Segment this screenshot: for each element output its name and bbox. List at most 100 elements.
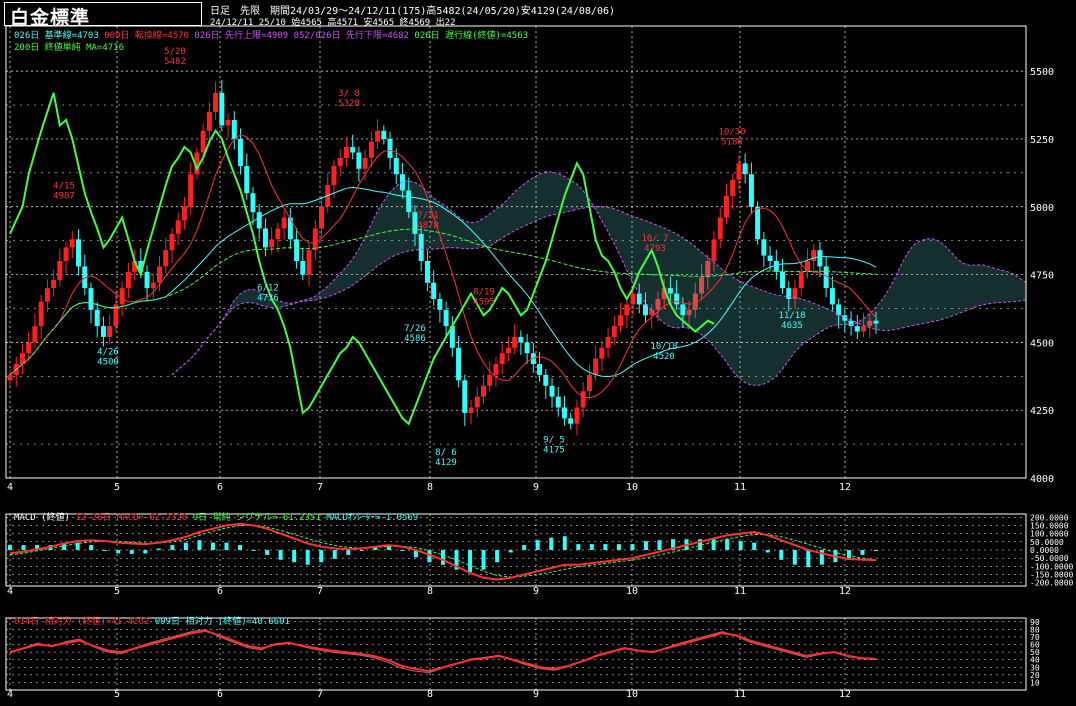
candle-body — [468, 407, 474, 413]
candle-body — [505, 347, 511, 354]
annotation-date: 8/19 — [473, 288, 495, 298]
macd-hist-bar — [603, 544, 608, 550]
x-tick-label: 5 — [114, 482, 120, 493]
macd-hist-bar — [616, 544, 621, 550]
macd-hist-bar — [495, 550, 500, 563]
candle-body — [150, 282, 156, 289]
macd-hist-bar — [8, 545, 12, 550]
candle-body — [287, 217, 293, 240]
candle-body — [38, 301, 44, 327]
candle-body — [225, 119, 231, 126]
x-tick-label: 4 — [7, 586, 13, 597]
candle-body — [206, 111, 212, 131]
candle-body — [618, 315, 624, 327]
annotation-value: 5328 — [338, 99, 360, 109]
macd-hist-bar — [468, 550, 473, 573]
legend-entry: 009日 相対力 (終値)=40.6601 — [155, 615, 290, 627]
candle-body — [51, 279, 57, 289]
legend-entry: 12-26日 MACD=-62.2320 — [75, 512, 192, 523]
macd-hist-bar — [874, 550, 878, 551]
macd-hist-bar — [251, 550, 256, 551]
macd-hist-bar — [116, 550, 121, 554]
annotation-value: 4736 — [257, 293, 279, 303]
annotation-date: 11/18 — [778, 311, 805, 321]
candle-body — [343, 147, 349, 158]
candle-body — [611, 326, 617, 337]
macd-hist-bar — [278, 550, 283, 560]
candle-body — [474, 396, 480, 408]
annotation-value: 4595 — [473, 298, 495, 308]
candle-body — [250, 193, 256, 213]
candle-body — [200, 130, 206, 153]
x-tick-label: 11 — [734, 689, 746, 700]
y-tick-label: 5500 — [1030, 67, 1054, 78]
candle-body — [605, 336, 611, 348]
annotation-date: 8/ 6 — [435, 448, 457, 458]
candle-body — [312, 228, 318, 251]
candle-body — [723, 195, 729, 218]
candle-body — [780, 271, 786, 289]
annotation-date: 4/15 — [53, 181, 75, 191]
candle-body — [188, 174, 194, 207]
macd-hist-bar — [752, 542, 757, 550]
candle-body — [561, 407, 567, 419]
annotation-value: 5186 — [721, 137, 743, 147]
macd-hist-bar — [576, 544, 581, 550]
candle-body — [262, 228, 268, 248]
macd-hist-bar — [765, 550, 770, 553]
x-tick-label: 10 — [626, 586, 638, 597]
macd-hist-bar — [738, 541, 743, 550]
macd-hist-bar — [630, 544, 635, 550]
candle-body — [543, 374, 549, 386]
candle-body — [337, 157, 343, 167]
legend-entry: MACD (終値) — [14, 511, 75, 523]
y-tick-label: 10 — [1030, 678, 1040, 687]
candle-body — [829, 288, 835, 305]
candle-body — [524, 342, 530, 354]
candle-body — [107, 326, 113, 337]
macd-hist-bar — [657, 540, 662, 550]
candle-body — [331, 166, 337, 186]
candle-body — [275, 228, 281, 240]
macd-hist-bar — [183, 542, 188, 550]
macd-hist-bar — [535, 540, 540, 550]
macd-hist-bar — [481, 550, 486, 570]
candle-body — [555, 396, 561, 408]
x-tick-label: 8 — [427, 586, 433, 597]
chart-title: 白金標準 — [10, 7, 91, 29]
x-tick-label: 7 — [317, 689, 323, 700]
macd-hist-bar — [265, 550, 270, 555]
macd-hist-bar — [210, 542, 215, 550]
macd-hist-bar — [359, 550, 364, 551]
candle-body — [32, 326, 38, 343]
y-tick-label: 4750 — [1030, 271, 1054, 282]
macd-hist-bar — [400, 550, 405, 551]
candle-body — [568, 418, 574, 424]
annotation-value: 4793 — [644, 244, 666, 254]
candle-body — [437, 298, 443, 310]
main-legend-row2: 200日 終値単純 MA=4716 — [14, 41, 124, 53]
candle-body — [57, 261, 63, 280]
annotation-value: 4129 — [435, 458, 457, 468]
macd-hist-bar — [589, 544, 594, 550]
candle-body — [63, 247, 69, 261]
x-tick-label: 4 — [7, 482, 13, 493]
x-tick-label: 11 — [734, 482, 746, 493]
candle-body — [537, 364, 543, 375]
candle-body — [381, 130, 387, 139]
annotation-date: 7/31 — [417, 211, 439, 221]
x-tick-label: 9 — [533, 689, 539, 700]
macd-hist-bar — [441, 550, 445, 565]
candle-body — [443, 309, 449, 327]
macd-hist-bar — [21, 545, 26, 550]
candle-body — [767, 255, 773, 261]
annotation-value: 4987 — [53, 191, 75, 201]
candle-body — [375, 130, 381, 142]
y-tick-label: -200.0000 — [1030, 579, 1074, 588]
x-tick-label: 8 — [427, 482, 433, 493]
annotation-value: 4175 — [543, 446, 565, 456]
candle-body — [175, 220, 181, 234]
candle-body — [487, 374, 493, 386]
candle-body — [817, 250, 823, 267]
annotation-value: 4878 — [417, 221, 439, 231]
